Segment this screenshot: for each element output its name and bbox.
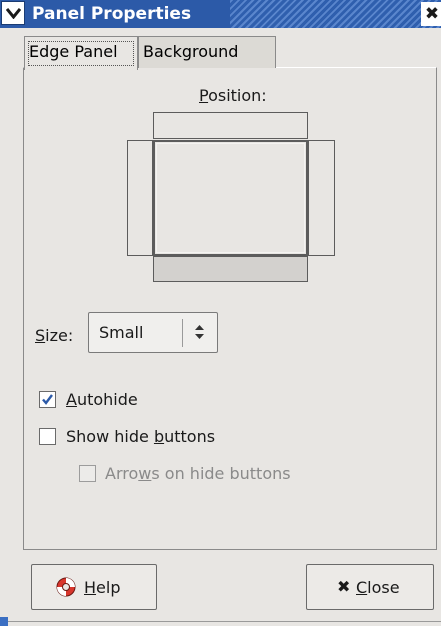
window-menu-button[interactable] — [1, 1, 25, 25]
size-select-value: Small — [99, 323, 144, 342]
show-hide-buttons-checkbox[interactable] — [39, 428, 56, 445]
autohide-mnemonic: A — [66, 390, 77, 409]
tab-background[interactable]: Background — [138, 36, 276, 68]
position-top-edge-button[interactable] — [153, 112, 308, 139]
position-left-edge-button[interactable] — [127, 140, 153, 256]
title-bar[interactable]: Panel Properties ✖ — [0, 0, 441, 28]
arrows-label-after: s on hide buttons — [151, 464, 291, 483]
help-mnemonic: H — [84, 578, 97, 597]
window-close-button[interactable]: ✖ — [421, 2, 441, 26]
position-bottom-edge-button[interactable] — [153, 256, 308, 282]
size-select-separator — [182, 319, 183, 347]
tab-edge-panel[interactable]: Edge Panel — [24, 36, 138, 70]
close-button[interactable]: ✖ Close — [306, 564, 434, 610]
size-select[interactable]: Small — [88, 312, 218, 353]
close-x-icon: ✖ — [337, 577, 351, 596]
arrows-mnemonic: w — [138, 464, 152, 483]
screen-preview-highlight — [156, 143, 305, 253]
show-hide-label-after: uttons — [164, 427, 216, 446]
window-title: Panel Properties — [32, 4, 192, 24]
close-mnemonic: C — [356, 578, 368, 597]
show-hide-buttons-label[interactable]: Show hide buttons — [66, 427, 215, 446]
lifebuoy-icon — [56, 577, 76, 601]
window-bottom-line — [8, 621, 441, 622]
close-label-rest: lose — [367, 578, 400, 597]
screen-preview — [153, 140, 308, 256]
arrows-on-hide-buttons-label: Arrows on hide buttons — [105, 464, 291, 483]
help-button-label: Help — [84, 578, 120, 597]
help-button[interactable]: Help — [31, 564, 157, 610]
position-label-rest: osition: — [208, 86, 267, 105]
position-label: Position: — [199, 86, 267, 105]
window-bottom-accent — [0, 617, 8, 626]
window-bottom-edge — [0, 617, 441, 626]
updown-arrow-icon — [195, 325, 204, 340]
size-mnemonic: S — [35, 326, 46, 345]
panel-properties-window: Panel Properties ✖ Background Edge Panel… — [0, 0, 441, 626]
chevron-down-icon — [6, 8, 21, 19]
position-right-edge-button[interactable] — [308, 140, 335, 256]
autohide-checkbox[interactable] — [39, 391, 56, 408]
size-label-rest: ize: — [45, 326, 74, 345]
arrows-on-hide-buttons-checkbox — [79, 465, 96, 482]
size-label: Size: — [35, 326, 73, 345]
tab-edge-panel-label: Edge Panel — [29, 42, 118, 61]
close-button-label: Close — [356, 578, 400, 597]
tab-background-label: Background — [143, 42, 239, 61]
show-hide-label-before: Show hide — [66, 427, 154, 446]
show-hide-mnemonic: b — [153, 427, 165, 446]
checkmark-icon — [42, 394, 53, 405]
autohide-label-rest: utohide — [76, 390, 138, 409]
position-mnemonic: P — [199, 86, 209, 105]
help-label-rest: elp — [96, 578, 121, 597]
autohide-label[interactable]: Autohide — [66, 390, 138, 409]
arrows-label-before: Arro — [105, 464, 139, 483]
